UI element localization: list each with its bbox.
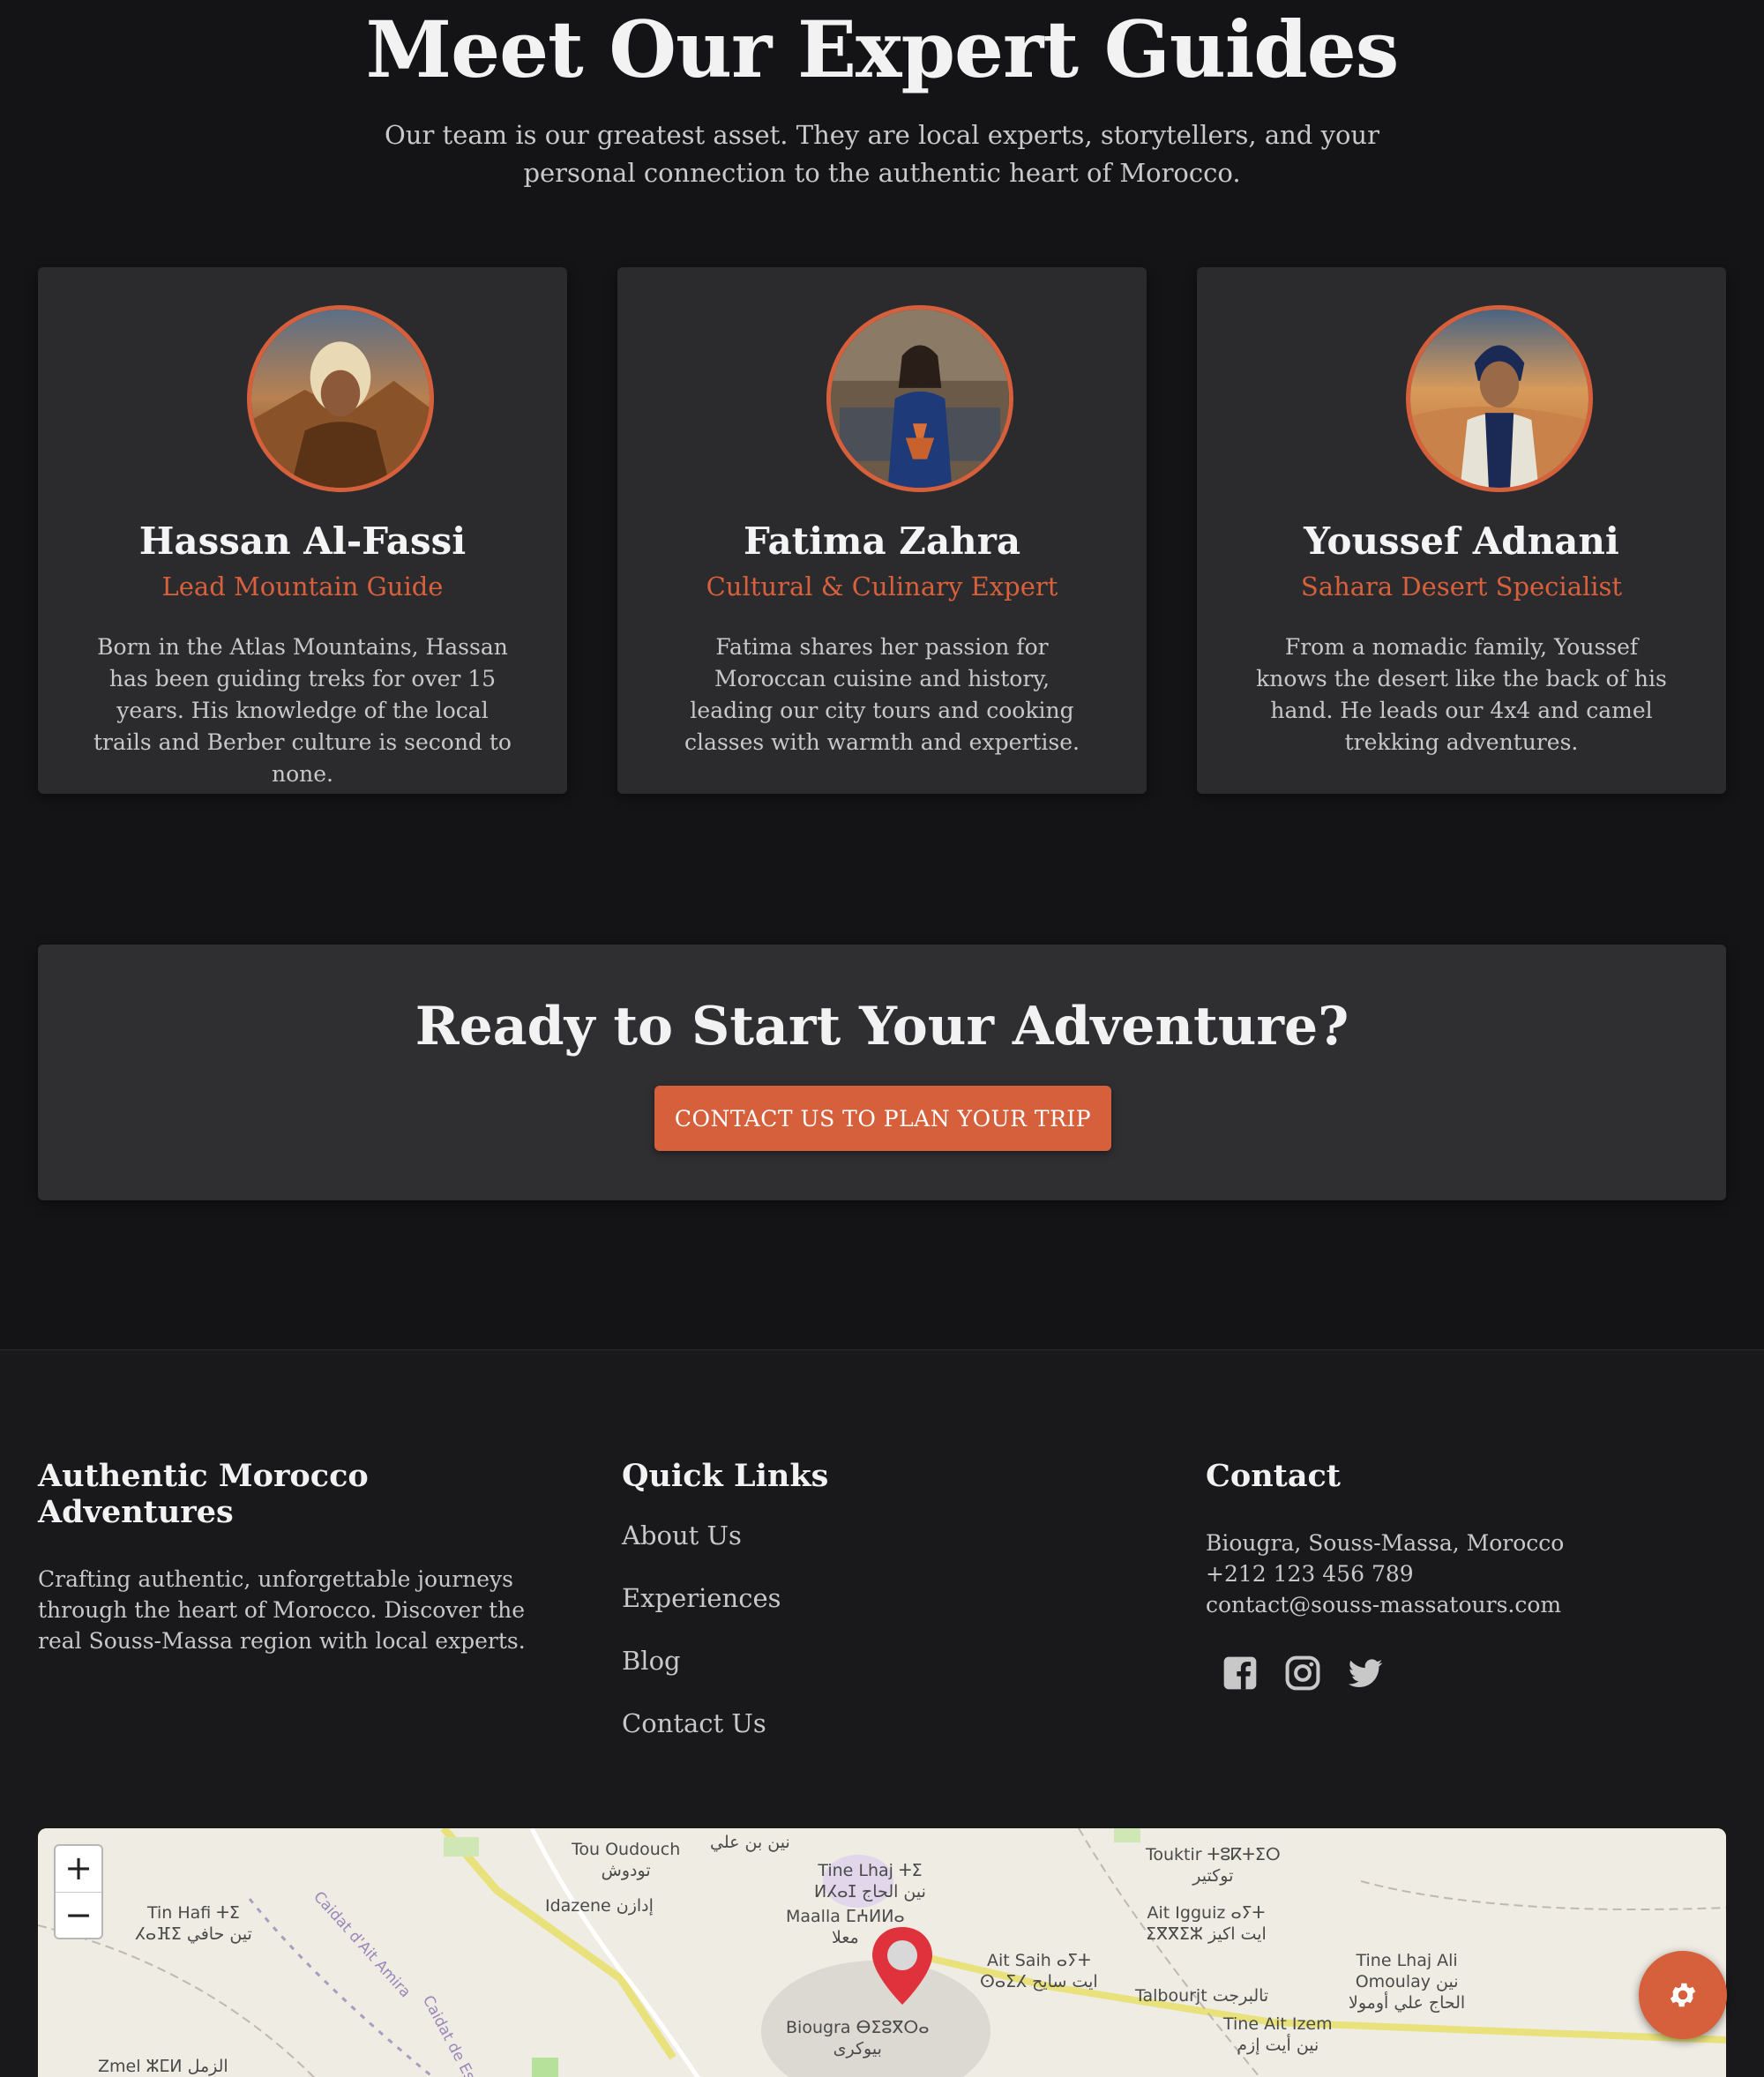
guide-role: Lead Mountain Guide (161, 572, 444, 601)
guide-card: Fatima Zahra Cultural & Culinary Expert … (617, 267, 1147, 794)
guide-bio: Fatima shares her passion for Moroccan c… (684, 634, 1080, 755)
footer-contact-heading: Contact (1206, 1458, 1341, 1494)
guide-bio: From a nomadic family, Youssef knows the… (1256, 634, 1667, 755)
guide-avatar (826, 305, 1013, 492)
map-label: Tine Lhaj Ali Omoulay نين الحاج علي أومو… (1349, 1951, 1466, 2013)
footer-link-blog[interactable]: Blog (622, 1646, 681, 1676)
map-label: Tin Hafi ⵜⵉ ⵃⴰⴼⵉ تين حافي (135, 1903, 252, 1944)
map-zoom-control: + − (54, 1844, 103, 1939)
map-label: Idazene إدازن (545, 1896, 654, 1916)
map-label: نين بن علي (710, 1833, 790, 1852)
footer-about-heading: Authentic Morocco Adventures (38, 1458, 369, 1530)
location-map[interactable]: + − Tou Oudouch تودوش نين بن علي Tine Lh… (38, 1828, 1726, 2077)
map-label: Tine Ait Izem نين أيت إزم (1223, 2014, 1333, 2055)
footer-quick-links: Quick Links About Us Experiences Blog Co… (622, 1458, 1151, 1771)
gear-icon (1670, 1983, 1696, 2007)
map-label: Zmel ⵣⵎⵍ الزمل (98, 2057, 228, 2076)
contact-address: Biougra, Souss-Massa, Morocco (1206, 1530, 1565, 1556)
guide-card: Hassan Al-Fassi Lead Mountain Guide Born… (38, 267, 567, 794)
social-links (1206, 1654, 1735, 1692)
zoom-out-button[interactable]: − (56, 1892, 101, 1938)
footer-link-experiences[interactable]: Experiences (622, 1583, 781, 1613)
contact-us-button[interactable]: CONTACT US TO PLAN YOUR TRIP (654, 1086, 1111, 1151)
footer-contact: Contact Biougra, Souss-Massa, Morocco +2… (1206, 1458, 1735, 1692)
contact-email[interactable]: contact@souss-massatours.com (1206, 1592, 1561, 1618)
map-label: Tine Lhaj ⵜⵉ ⵍⵃⴰⵊ نين الحاج (814, 1861, 926, 1901)
cta-title: Ready to Start Your Adventure? (415, 996, 1349, 1057)
footer-about-text: Crafting authentic, unforgettable journe… (38, 1566, 526, 1654)
footer-link-contact[interactable]: Contact Us (622, 1708, 766, 1738)
map-label: Ait Saih ⴰⵢⵜ ⵙⴰⵉⵃ ايت سايح (980, 1951, 1098, 1991)
map-label: Touktir ⵜⵓⴽⵜⵉⵔ توكتير (1146, 1845, 1281, 1886)
guide-avatar (247, 305, 434, 492)
facebook-icon[interactable] (1221, 1654, 1259, 1692)
section-subtitle: Our team is our greatest asset. They are… (385, 120, 1379, 188)
guide-role: Cultural & Culinary Expert (706, 572, 1058, 601)
guide-role: Sahara Desert Specialist (1300, 572, 1623, 601)
map-label: Maalla ⵎⵄⵍⵍⴰ معلا (786, 1907, 905, 1947)
zoom-in-button[interactable]: + (56, 1846, 101, 1892)
twitter-icon[interactable] (1346, 1654, 1385, 1692)
map-label: Talbourjt تالبرجت (1135, 1986, 1269, 2006)
footer-link-about[interactable]: About Us (622, 1520, 742, 1550)
guide-name: Fatima Zahra (743, 519, 1021, 563)
guide-card: Youssef Adnani Sahara Desert Specialist … (1197, 267, 1726, 794)
settings-button[interactable] (1639, 1951, 1727, 2039)
section-title: Meet Our Expert Guides (365, 4, 1400, 95)
map-label: Tou Oudouch تودوش (572, 1840, 681, 1880)
instagram-icon[interactable] (1283, 1654, 1322, 1692)
guide-bio: Born in the Atlas Mountains, Hassan has … (93, 634, 512, 787)
guide-name: Hassan Al-Fassi (138, 519, 467, 563)
cta-banner: Ready to Start Your Adventure? CONTACT U… (38, 945, 1726, 1200)
map-label: Biougra ⴱⵉⵓⴳⵔⴰ بيوكرى (786, 2018, 930, 2058)
contact-phone[interactable]: +212 123 456 789 (1206, 1561, 1414, 1587)
map-label: Ait Igguiz ⴰⵢⵜ ⵉⴳⴳⵉⵣ ايت اكيز (1146, 1903, 1267, 1944)
guide-name: Youssef Adnani (1304, 519, 1619, 563)
footer-about: Authentic Morocco Adventures Crafting au… (38, 1458, 567, 1656)
guide-avatar (1406, 305, 1593, 492)
footer-links-heading: Quick Links (622, 1458, 829, 1494)
